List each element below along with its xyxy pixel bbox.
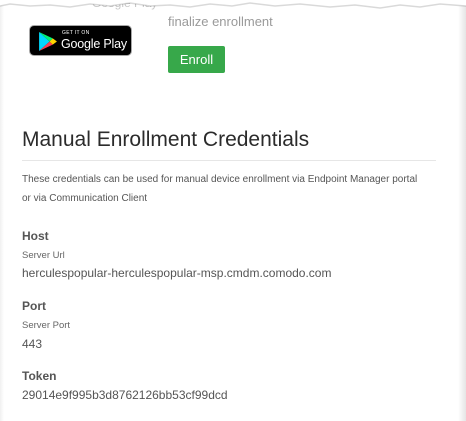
host-value: herculespopular-herculespopular-msp.cmdm… (22, 266, 332, 280)
port-value: 443 (22, 337, 43, 351)
section-divider (22, 160, 436, 161)
host-label: Host (22, 229, 49, 243)
port-sublabel: Server Port (22, 320, 71, 331)
description-line-1: These credentials can be used for manual… (22, 174, 418, 185)
port-label: Port (22, 299, 46, 313)
google-play-badge-label: Google Play (61, 37, 127, 51)
host-sublabel: Server Url (22, 250, 65, 261)
google-play-icon (39, 32, 57, 51)
section-description: These credentials can be used for manual… (22, 170, 442, 208)
enroll-button[interactable]: Enroll (168, 46, 225, 73)
section-title: Manual Enrollment Credentials (22, 128, 310, 151)
finalize-enrollment-text: finalize enrollment (168, 14, 273, 29)
description-line-2: or via Communication Client (22, 193, 148, 204)
token-label: Token (22, 369, 57, 383)
google-play-badge-small-text: GET IT ON (62, 30, 90, 36)
page-shadow-left (0, 0, 4, 421)
torn-edge (0, 0, 466, 9)
google-play-badge[interactable]: GET IT ON Google Play (29, 25, 132, 56)
page-shadow-right (458, 0, 466, 421)
token-value: 29014e9f995b3d8762126bb53cf99dcd (22, 388, 228, 402)
